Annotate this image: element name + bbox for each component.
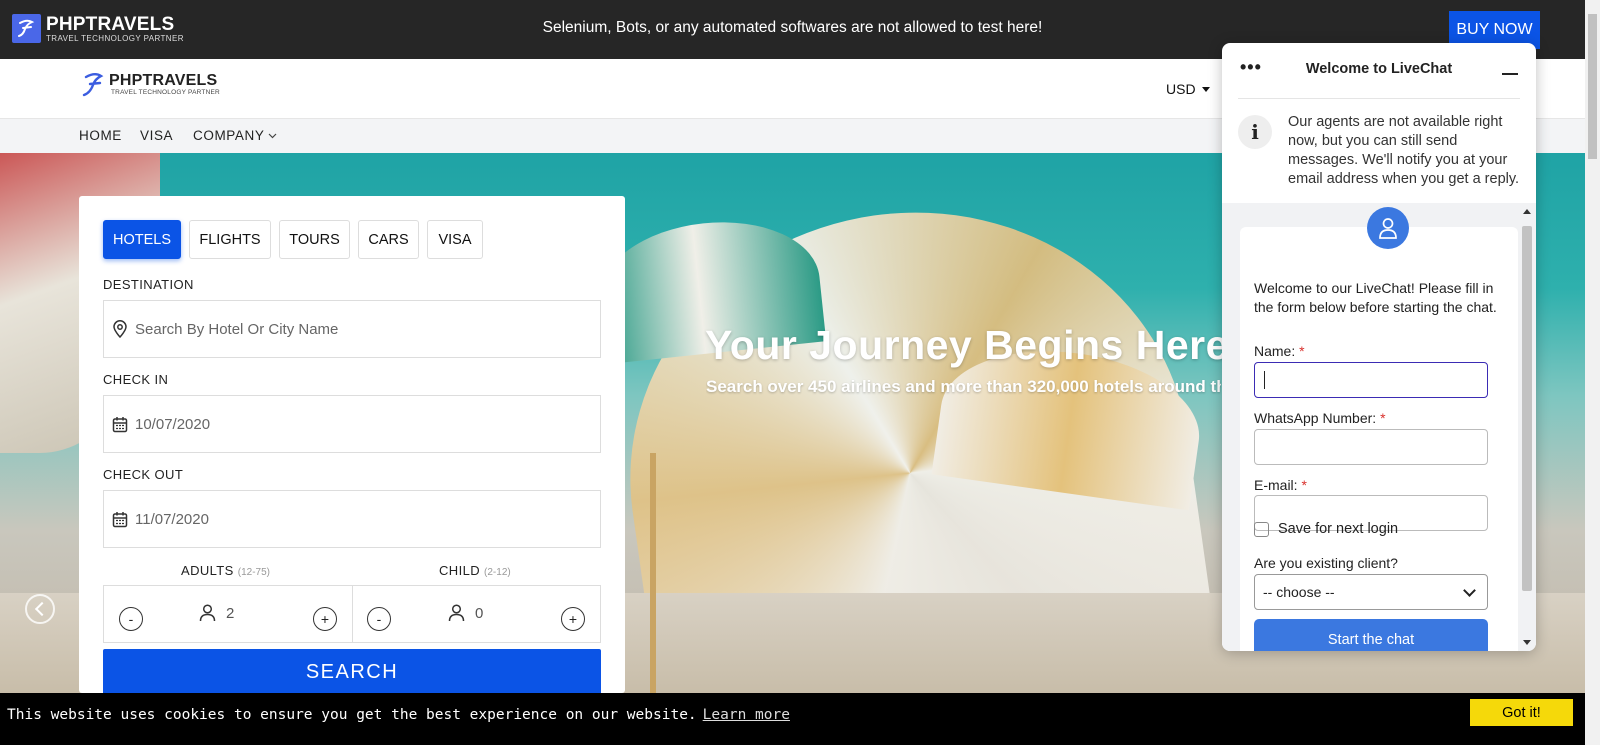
adults-label: ADULTS (12-75): [181, 563, 270, 578]
child-range: (2-12): [484, 567, 511, 578]
email-label-text: E-mail:: [1254, 477, 1298, 493]
nav-item-visa[interactable]: VISA: [140, 128, 173, 143]
destination-label: DESTINATION: [103, 277, 194, 292]
cookie-banner: This website uses cookies to ensure you …: [0, 693, 1585, 745]
nav-item-home[interactable]: HOME: [79, 128, 122, 143]
destination-input[interactable]: Search By Hotel Or City Name: [103, 300, 601, 358]
cookie-message: This website uses cookies to ensure you …: [7, 707, 697, 723]
required-mark: *: [1299, 343, 1305, 359]
destination-placeholder: Search By Hotel Or City Name: [135, 320, 339, 338]
existing-client-label: Are you existing client?: [1254, 555, 1398, 571]
page-scrollbar-thumb[interactable]: [1588, 14, 1597, 159]
header-brand-tagline: TRAVEL TECHNOLOGY PARTNER: [111, 89, 220, 96]
name-label: Name: *: [1254, 343, 1305, 359]
livechat-title: Welcome to LiveChat: [1305, 61, 1453, 77]
page-scrollbar[interactable]: [1585, 0, 1600, 745]
required-mark: *: [1380, 410, 1386, 426]
tab-visa[interactable]: VISA: [427, 220, 483, 259]
cookie-text: This website uses cookies to ensure you …: [7, 707, 790, 723]
save-login-checkbox[interactable]: Save for next login: [1254, 521, 1398, 537]
hero-title: Your Journey Begins Here: [705, 322, 1229, 368]
livechat-widget: ••• Welcome to LiveChat i Our agents are…: [1222, 43, 1536, 651]
chevron-down-icon: [269, 133, 277, 138]
logo-swirl-icon: [82, 73, 104, 97]
livechat-divider: [1238, 98, 1520, 99]
whatsapp-input[interactable]: [1254, 429, 1488, 465]
existing-client-value: -- choose --: [1263, 584, 1335, 600]
learn-more-link[interactable]: Learn more: [703, 707, 790, 723]
livechat-welcome: Welcome to our LiveChat! Please fill in …: [1254, 280, 1497, 315]
search-button[interactable]: SEARCH: [103, 649, 601, 695]
livechat-body: Welcome to our LiveChat! Please fill in …: [1222, 203, 1536, 651]
info-icon: i: [1238, 115, 1272, 149]
child-label: CHILD (2-12): [439, 563, 511, 578]
tab-cars[interactable]: CARS: [358, 220, 419, 259]
checkin-value: 10/07/2020: [135, 415, 211, 433]
agent-avatar-icon: [1367, 207, 1409, 249]
required-mark: *: [1301, 477, 1307, 493]
calendar-icon: [112, 511, 128, 528]
main-logo[interactable]: PHPTRAVELS TRAVEL TECHNOLOGY PARTNER: [82, 72, 220, 98]
child-label-text: CHILD: [439, 563, 481, 578]
child-plus-button[interactable]: +: [561, 607, 585, 631]
currency-label: USD: [1166, 81, 1196, 97]
currency-dropdown[interactable]: USD: [1166, 81, 1210, 97]
adults-minus-button[interactable]: -: [119, 607, 143, 631]
chevron-down-icon: [1463, 584, 1476, 597]
adults-value: 2: [226, 604, 235, 622]
checkout-value: 11/07/2020: [135, 510, 209, 528]
start-chat-button[interactable]: Start the chat: [1254, 619, 1488, 651]
user-icon: [199, 604, 216, 622]
child-stepper: - 0 +: [352, 585, 601, 643]
checkbox-box[interactable]: [1254, 521, 1269, 537]
checkin-label: CHECK IN: [103, 372, 169, 387]
livechat-scrollbar[interactable]: [1520, 203, 1534, 651]
carousel-prev-icon[interactable]: [25, 594, 55, 624]
caret-down-icon: [1201, 86, 1210, 92]
tab-hotels[interactable]: HOTELS: [103, 220, 181, 259]
child-minus-button[interactable]: -: [367, 607, 391, 631]
automation-notice: Selenium, Bots, or any automated softwar…: [542, 19, 1043, 36]
whatsapp-label-text: WhatsApp Number:: [1254, 410, 1377, 426]
adults-range: (12-75): [237, 567, 270, 578]
nav-item-company[interactable]: COMPANY: [193, 128, 277, 143]
user-icon: [448, 604, 465, 622]
hero-subtitle: Search over 450 airlines and more than 3…: [706, 377, 1221, 396]
existing-client-select[interactable]: -- choose --: [1254, 574, 1488, 610]
calendar-icon: [112, 416, 128, 433]
email-label: E-mail: *: [1254, 477, 1307, 493]
location-pin-icon: [112, 320, 128, 338]
scroll-down-icon[interactable]: [1523, 640, 1531, 645]
hero-umbrella-pole: [650, 453, 656, 693]
got-it-button[interactable]: Got it!: [1470, 699, 1573, 726]
save-login-label: Save for next login: [1278, 521, 1399, 537]
checkout-label: CHECK OUT: [103, 467, 184, 482]
whatsapp-label: WhatsApp Number: *: [1254, 410, 1386, 426]
checkin-input[interactable]: 10/07/2020: [103, 395, 601, 453]
minimize-icon[interactable]: [1502, 73, 1518, 75]
adults-label-text: ADULTS: [181, 563, 234, 578]
nav-item-company-label: COMPANY: [193, 128, 265, 143]
livechat-form: Welcome to our LiveChat! Please fill in …: [1240, 207, 1518, 651]
adults-stepper: - 2 +: [103, 585, 353, 643]
search-card: HOTELS FLIGHTS TOURS CARS VISA DESTINATI…: [79, 196, 625, 695]
child-value: 0: [475, 604, 484, 622]
livechat-notice: Our agents are not available right now, …: [1288, 114, 1520, 187]
livechat-header: ••• Welcome to LiveChat: [1222, 43, 1536, 98]
livechat-scrollbar-thumb[interactable]: [1522, 226, 1532, 591]
tab-flights[interactable]: FLIGHTS: [189, 220, 271, 259]
adults-plus-button[interactable]: +: [313, 607, 337, 631]
header-brand-name: PHPTRAVELS: [109, 72, 218, 89]
name-label-text: Name:: [1254, 343, 1296, 359]
tab-tours[interactable]: TOURS: [279, 220, 350, 259]
checkout-input[interactable]: 11/07/2020: [103, 490, 601, 548]
name-input[interactable]: [1254, 362, 1488, 398]
scroll-up-icon[interactable]: [1523, 209, 1531, 214]
